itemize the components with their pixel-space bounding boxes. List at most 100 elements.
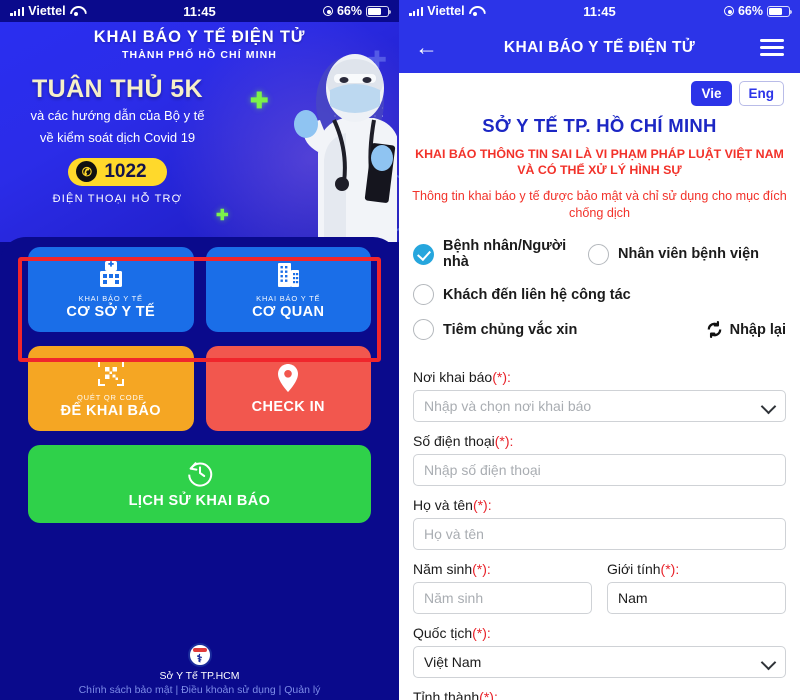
field-value: Việt Nam [424,654,482,671]
language-eng-button[interactable]: Eng [738,81,784,106]
radio-tiem-chung-vac-xin[interactable]: Tiêm chủng vắc xin [413,319,577,341]
field-required-marker: (*): [492,369,511,386]
left-footer: ⚕ Sở Y Tế TP.HCM Chính sách bảo mật | Đi… [0,643,399,696]
radio-unselected-icon [413,319,434,341]
field-label: Quốc tịch(*): [413,625,786,641]
hero-line-2: về kiểm soát dịch Covid 19 [39,129,196,145]
hotline-number: 1022 [104,160,147,182]
field-label-text: Nơi khai báo [413,369,493,386]
radio-unselected-icon [588,243,609,265]
right-status-bar: Viettel 11:45 66% [399,0,800,22]
field-required-marker: (*): [472,625,491,642]
office-building-icon [278,263,300,287]
radio-row-1: Bệnh nhân/Người nhà Nhân viên bệnh viện [413,238,786,270]
field-placeholder: Họ và tên [424,526,484,543]
left-phone-screen: Viettel 11:45 66% KHAI BÁO Y TẾ ĐIỆN TỬ … [0,0,399,700]
radio-row-2: Khách đến liên hệ công tác [413,284,786,306]
ho-va-ten-input[interactable]: Họ và tên [413,518,786,551]
hotline-caption: ĐIỆN THOẠI HỖ TRỢ [52,192,183,205]
field-label: Giới tính(*): [607,561,786,577]
reset-label: Nhập lại [729,321,786,338]
location-services-icon [723,6,734,16]
radio-benh-nhan-nguoi-nha[interactable]: Bệnh nhân/Người nhà [413,238,588,270]
field-label-text: Năm sinh [413,561,473,578]
radio-khach-den-lien-he-cong-tac[interactable]: Khách đến liên hệ công tác [413,284,631,306]
plus-accent-icon: ✚ [250,88,269,113]
field-label-text: Tỉnh thành [413,689,480,700]
location-services-icon [322,6,333,16]
tile-caption-large: CƠ SỞ Y TẾ [66,304,156,320]
hero-headline: TUÂN THỦ 5K [31,75,204,103]
tile-row-1: KHAI BÁO Y TẾ CƠ SỞ Y TẾ KHAI BÁO Y TẾ C… [28,247,371,332]
health-department-logo-icon: ⚕ [187,643,212,667]
quoc-tich-select[interactable]: Việt Nam [413,646,786,679]
field-placeholder: Nhập số điện thoại [424,462,541,479]
wifi-icon [70,6,83,17]
tile-check-in[interactable]: CHECK IN [205,346,371,431]
footer-links[interactable]: Chính sách bảo mật | Điều khoản sử dụng … [0,684,399,696]
hamburger-menu-icon[interactable] [760,39,784,56]
radio-nhan-vien-benh-vien[interactable]: Nhân viên bệnh viện [588,243,759,265]
department-title: SỞ Y TẾ TP. HỒ CHÍ MINH [482,115,717,136]
dual-phone-screenshot: Viettel 11:45 66% KHAI BÁO Y TẾ ĐIỆN TỬ … [0,0,800,700]
back-arrow-icon[interactable]: ← [415,36,445,59]
signal-bars-icon [409,6,424,16]
radio-label: Khách đến liên hệ công tác [443,286,631,303]
field-placeholder: Nhập và chọn nơi khai báo [424,398,592,415]
field-gioi-tinh: Giới tính(*): Nam [607,561,786,615]
plus-accent-icon: ✚ [216,207,229,224]
left-status-bar: Viettel 11:45 66% [0,0,399,22]
field-label-text: Họ và tên [413,497,473,514]
so-dien-thoai-input[interactable]: Nhập số điện thoại [413,454,786,487]
nam-sinh-input[interactable]: Năm sinh [413,582,592,615]
tile-caption-large: LỊCH SỬ KHAI BÁO [128,493,271,509]
footer-org-label: Sở Y Tế TP.HCM [159,670,240,682]
carrier-label: Viettel [427,4,465,18]
tile-lich-su-khai-bao[interactable]: LỊCH SỬ KHAI BÁO [28,445,371,523]
tile-row-2: QUÉT QR CODE ĐỂ KHAI BÁO CHECK IN [28,346,371,431]
noi-khai-bao-select[interactable]: Nhập và chọn nơi khai báo [413,390,786,423]
tile-quet-qr-code[interactable]: QUÉT QR CODE ĐỂ KHAI BÁO [28,346,194,431]
signal-bars-icon [10,6,25,16]
field-nam-sinh: Năm sinh(*): Năm sinh [413,561,592,615]
field-so-dien-thoai: Số điện thoại(*): Nhập số điện thoại [413,433,786,487]
app-bar: ← KHAI BÁO Y TẾ ĐIỆN TỬ [399,22,800,73]
tile-caption-large: ĐỂ KHAI BÁO [60,403,161,419]
tile-caption-small: KHAI BÁO Y TẾ [256,294,321,303]
radio-label: Nhân viên bệnh viện [618,246,759,263]
field-required-marker: (*): [660,561,680,578]
field-label: Họ và tên(*): [413,497,786,513]
field-value: Nam [618,590,648,607]
radio-selected-icon [413,243,434,265]
language-vie-button[interactable]: Vie [691,81,732,106]
app-bar-title: KHAI BÁO Y TẾ ĐIỆN TỬ [503,38,696,56]
refresh-icon [707,321,721,339]
battery-percent-label: 66% [336,4,362,18]
tile-caption-large: CHECK IN [251,398,325,415]
hospital-icon [99,261,122,287]
battery-icon [767,5,793,17]
declaration-type-radio-group: Bệnh nhân/Người nhà Nhân viên bệnh viện … [399,238,800,341]
wifi-icon [469,6,482,17]
reset-form-button[interactable]: Nhập lại [706,321,786,339]
field-placeholder: Năm sinh [424,590,484,607]
warning-primary: KHAI BÁO THÔNG TIN SAI LÀ VI PHẠM PHÁP L… [415,147,784,178]
right-phone-screen: Viettel 11:45 66% ← KHAI BÁO Y TẾ ĐIỆN T… [399,0,800,700]
declaration-form: Nơi khai báo(*): Nhập và chọn nơi khai b… [399,354,800,700]
field-noi-khai-bao: Nơi khai báo(*): Nhập và chọn nơi khai b… [413,369,786,423]
tile-khai-bao-co-so-y-te[interactable]: KHAI BÁO Y TẾ CƠ SỞ Y TẾ [28,247,194,332]
map-pin-icon [278,363,299,392]
field-label-text: Quốc tịch [413,625,473,642]
chevron-down-icon [762,400,775,413]
phone-icon: ✆ [76,161,98,183]
hotline-button[interactable]: ✆ 1022 [68,157,167,186]
language-switcher: Vie Eng [399,73,800,106]
chevron-down-icon [762,656,775,669]
battery-icon [366,5,392,17]
field-label-text: Số điện thoại [413,433,495,450]
gioi-tinh-input[interactable]: Nam [607,582,786,615]
tile-khai-bao-co-quan[interactable]: KHAI BÁO Y TẾ CƠ QUAN [205,247,371,332]
field-row-nam-sinh-gioi-tinh: Năm sinh(*): Năm sinh Giới tính(*): Nam [413,561,786,615]
field-tinh-thanh: Tỉnh thành(*): Tỉnh thành [413,689,786,700]
tile-caption-small: KHAI BÁO Y TẾ [78,294,143,303]
